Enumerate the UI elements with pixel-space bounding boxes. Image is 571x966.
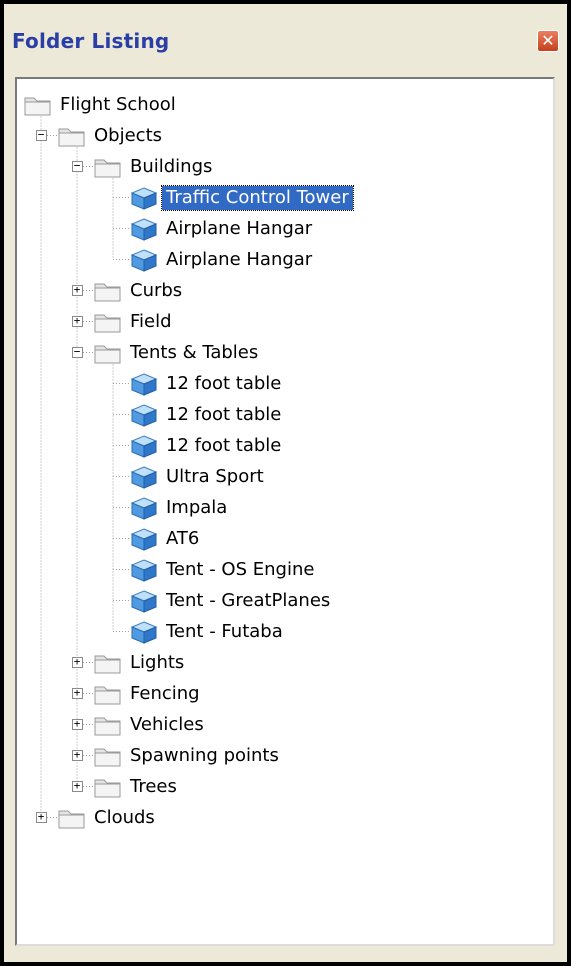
tree-item-label: Airplane Hangar <box>166 217 313 239</box>
folder-icon <box>57 806 87 830</box>
tree-item-label: Field <box>130 310 172 332</box>
tree-folder-item[interactable]: Buildings <box>93 151 216 182</box>
tree-item-label: Objects <box>94 124 163 146</box>
folder-icon <box>57 124 87 148</box>
tree-folder-item[interactable]: Clouds <box>57 802 159 833</box>
tree-item-label: Fencing <box>130 682 200 704</box>
tree-item-label: Tent - GreatPlanes <box>166 589 331 611</box>
expand-icon[interactable]: + <box>35 811 47 823</box>
tree-item-label: Curbs <box>130 279 183 301</box>
folder-icon <box>93 341 123 365</box>
folder-icon <box>93 279 123 303</box>
cube-icon <box>129 589 159 613</box>
cube-icon <box>129 620 159 644</box>
folder-icon <box>93 155 123 179</box>
cube-icon <box>129 372 159 396</box>
tree-item-label: Airplane Hangar <box>166 248 313 270</box>
tree-object-item[interactable]: Tent - OS Engine <box>129 554 318 585</box>
tree-folder-item[interactable]: Vehicles <box>93 709 208 740</box>
tree-item-label: Ultra Sport <box>166 465 264 487</box>
tree-folder-item[interactable]: Flight School <box>23 89 180 120</box>
tree-item-label: Tents & Tables <box>130 341 259 363</box>
folder-icon <box>93 682 123 706</box>
tree-folder-item[interactable]: Curbs <box>93 275 186 306</box>
tree-item-label: 12 foot table <box>166 403 282 425</box>
tree-object-item[interactable]: 12 foot table <box>129 368 285 399</box>
tree-object-item[interactable]: Airplane Hangar <box>129 213 316 244</box>
tree-item-label: Vehicles <box>130 713 204 735</box>
collapse-icon[interactable]: − <box>71 160 83 172</box>
cube-icon <box>129 465 159 489</box>
folder-icon <box>23 93 53 117</box>
cube-icon <box>129 527 159 551</box>
expand-icon[interactable]: + <box>71 749 83 761</box>
tree-item-label: Impala <box>166 496 228 518</box>
folder-icon <box>93 651 123 675</box>
folder-tree[interactable]: Flight School Objects − Buildings − Traffic C… <box>15 77 555 946</box>
tree-folder-item[interactable]: Lights <box>93 647 188 678</box>
expand-icon[interactable]: + <box>71 656 83 668</box>
tree-folder-item[interactable]: Objects <box>57 120 166 151</box>
tree-item-label: Tent - OS Engine <box>166 558 315 580</box>
expand-icon[interactable]: + <box>71 315 83 327</box>
expand-icon[interactable]: + <box>71 687 83 699</box>
tree-item-label: Flight School <box>60 93 176 115</box>
cube-icon <box>129 496 159 520</box>
tree-item-label: Lights <box>130 651 185 673</box>
tree-item-label: 12 foot table <box>166 434 282 456</box>
title-bar[interactable]: Folder Listing ✕ <box>4 4 567 68</box>
tree-item-label: Trees <box>130 775 177 797</box>
expand-icon[interactable]: + <box>71 780 83 792</box>
expand-icon[interactable]: + <box>71 284 83 296</box>
folder-listing-panel: Folder Listing ✕ Flight School Objects − Bu… <box>4 4 567 962</box>
tree-folder-item[interactable]: Fencing <box>93 678 204 709</box>
tree-item-label: Traffic Control Tower <box>161 184 354 211</box>
folder-icon <box>93 775 123 799</box>
collapse-icon[interactable]: − <box>35 129 47 141</box>
expand-icon[interactable]: + <box>71 718 83 730</box>
folder-icon <box>93 713 123 737</box>
tree-object-item[interactable]: Impala <box>129 492 231 523</box>
tree-item-label: Clouds <box>94 806 155 828</box>
collapse-icon[interactable]: − <box>71 346 83 358</box>
tree-object-item[interactable]: 12 foot table <box>129 399 285 430</box>
tree-item-label: AT6 <box>166 527 200 549</box>
tree-object-item[interactable]: Tent - Futaba <box>129 616 287 647</box>
cube-icon <box>129 403 159 427</box>
close-icon: ✕ <box>541 31 555 50</box>
close-button[interactable]: ✕ <box>537 30 559 52</box>
tree-object-item[interactable]: Ultra Sport <box>129 461 268 492</box>
cube-icon <box>129 248 159 272</box>
window-frame: Folder Listing ✕ Flight School Objects − Bu… <box>0 0 571 966</box>
folder-icon <box>93 310 123 334</box>
cube-icon <box>129 217 159 241</box>
tree-item-label: Buildings <box>130 155 213 177</box>
tree-item-label: 12 foot table <box>166 372 282 394</box>
tree-folder-item[interactable]: Spawning points <box>93 740 283 771</box>
cube-icon <box>129 558 159 582</box>
tree-item-label: Tent - Futaba <box>166 620 283 642</box>
cube-icon <box>129 186 159 210</box>
tree-item-label: Spawning points <box>130 744 279 766</box>
tree-object-item[interactable]: AT6 <box>129 523 203 554</box>
tree-object-item[interactable]: 12 foot table <box>129 430 285 461</box>
folder-icon <box>93 744 123 768</box>
tree-object-item[interactable]: Traffic Control Tower <box>129 182 354 213</box>
tree-object-item[interactable]: Tent - GreatPlanes <box>129 585 334 616</box>
cube-icon <box>129 434 159 458</box>
panel-title: Folder Listing <box>12 29 170 53</box>
tree-folder-item[interactable]: Tents & Tables <box>93 337 262 368</box>
tree-folder-item[interactable]: Trees <box>93 771 181 802</box>
tree-object-item[interactable]: Airplane Hangar <box>129 244 316 275</box>
tree-folder-item[interactable]: Field <box>93 306 176 337</box>
